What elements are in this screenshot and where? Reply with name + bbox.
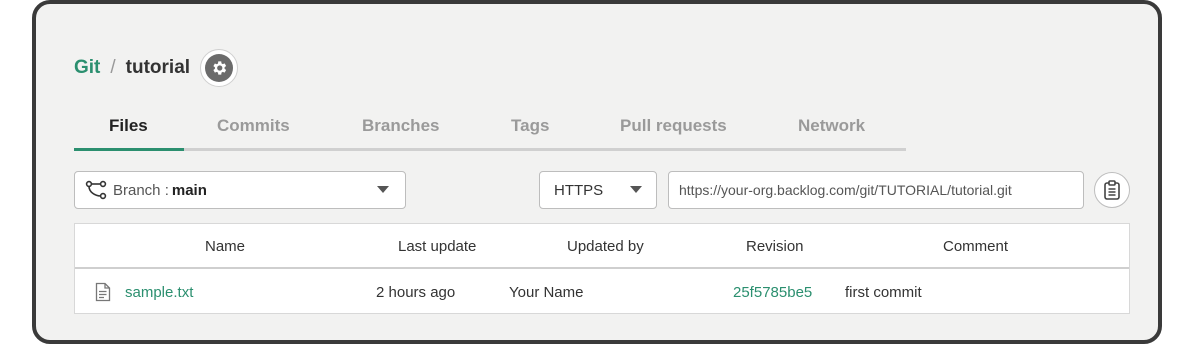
tab-network[interactable]: Network	[798, 116, 865, 136]
column-comment: Comment	[943, 238, 1009, 255]
revision-link[interactable]: 25f5785be5	[733, 284, 812, 301]
tab-pull-requests[interactable]: Pull requests	[620, 116, 727, 136]
branch-select-label: Branch :	[113, 181, 169, 199]
tab-files[interactable]: Files	[109, 116, 148, 136]
table-header: Name Last update Updated by Revision Com…	[75, 224, 1129, 269]
gear-icon	[213, 61, 227, 75]
chevron-down-icon	[630, 186, 642, 193]
table-row: sample.txt 2 hours ago Your Name 25f5785…	[75, 269, 1129, 315]
tab-branches[interactable]: Branches	[362, 116, 439, 136]
breadcrumb-project-link[interactable]: Git	[74, 57, 100, 79]
clone-protocol-value: HTTPS	[554, 181, 604, 199]
copy-url-button[interactable]	[1094, 172, 1130, 208]
branch-icon	[85, 180, 107, 200]
active-tab-indicator	[74, 148, 184, 151]
breadcrumb: Git / tutorial	[74, 49, 239, 87]
column-last-update: Last update	[398, 238, 477, 255]
file-name-link[interactable]: sample.txt	[125, 284, 193, 301]
breadcrumb-separator: /	[110, 57, 116, 78]
clone-url-field[interactable]	[668, 171, 1084, 209]
repository-settings-button[interactable]	[200, 49, 239, 87]
file-last-update: 2 hours ago	[376, 284, 456, 301]
repository-tabs: Files Commits Branches Tags Pull request…	[74, 112, 906, 151]
commit-comment: first commit	[845, 284, 922, 301]
tab-commits[interactable]: Commits	[217, 116, 290, 136]
branch-select-value: main	[171, 181, 207, 199]
file-updated-by: Your Name	[509, 284, 584, 301]
branch-select[interactable]: Branch : main	[74, 171, 406, 209]
column-name: Name	[205, 238, 246, 255]
tab-tags[interactable]: Tags	[511, 116, 549, 136]
column-revision: Revision	[746, 238, 804, 255]
file-table: Name Last update Updated by Revision Com…	[74, 223, 1130, 314]
clipboard-icon	[1104, 180, 1120, 200]
column-updated-by: Updated by	[567, 238, 644, 255]
repository-name: tutorial	[125, 57, 191, 78]
clone-protocol-select[interactable]: HTTPS	[539, 171, 657, 209]
file-icon	[95, 282, 111, 302]
repository-panel: Git / tutorial Files Commits Branches Ta…	[32, 0, 1162, 344]
chevron-down-icon	[377, 186, 389, 193]
